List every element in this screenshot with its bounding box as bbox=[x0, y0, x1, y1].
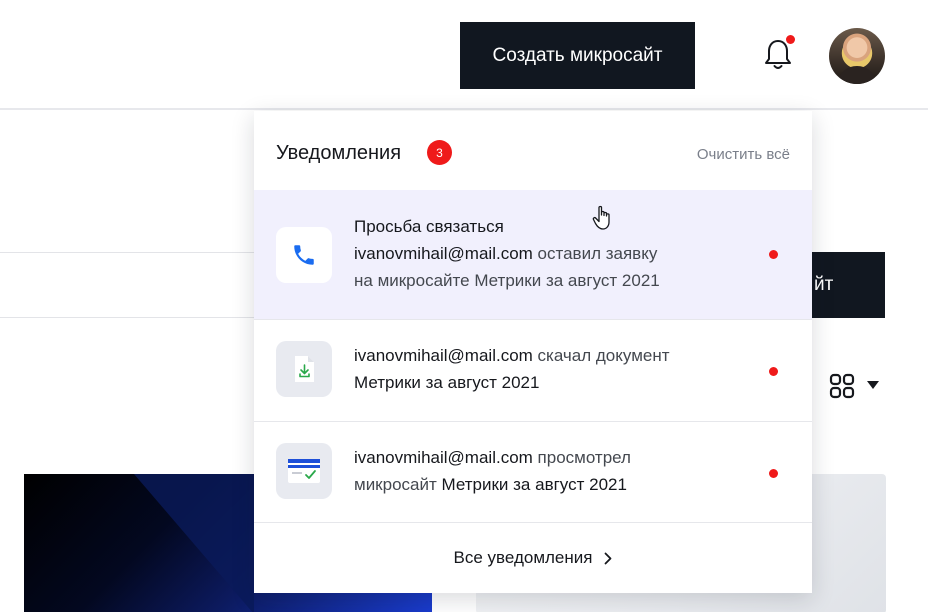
notification-icon-wrap bbox=[276, 227, 332, 283]
background-button-label: йт bbox=[814, 274, 834, 295]
notification-object: Метрики за август 2021 bbox=[354, 373, 540, 392]
unread-dot bbox=[769, 250, 778, 259]
bell-unread-dot bbox=[786, 35, 795, 44]
notifications-footer: Все уведомления bbox=[254, 523, 812, 593]
avatar-body-shape bbox=[839, 66, 875, 84]
chevron-right-icon bbox=[605, 552, 612, 564]
notification-text: ivanovmihail@mail.com скачал документ Ме… bbox=[354, 342, 744, 396]
notification-email: ivanovmihail@mail.com bbox=[354, 244, 533, 263]
all-notifications-link[interactable]: Все уведомления bbox=[454, 548, 613, 568]
notifications-header: Уведомления 3 Очистить всё bbox=[254, 111, 812, 190]
caret-down-icon[interactable] bbox=[866, 380, 880, 390]
clear-all-button[interactable]: Очистить всё bbox=[697, 146, 790, 163]
notification-item[interactable]: ivanovmihail@mail.com скачал документ Ме… bbox=[254, 320, 812, 422]
notification-detail: на микросайте Метрики за август 2021 bbox=[354, 271, 660, 290]
grid-view-icon[interactable] bbox=[829, 373, 855, 399]
unread-dot bbox=[769, 469, 778, 478]
divider bbox=[0, 252, 254, 253]
top-bar: Создать микросайт bbox=[0, 0, 928, 110]
document-download-icon bbox=[295, 356, 314, 382]
notification-text: Просьба связаться ivanovmihail@mail.com … bbox=[354, 213, 744, 294]
notification-text: ivanovmihail@mail.com просмотрел микроса… bbox=[354, 444, 744, 498]
hand-cursor-icon bbox=[592, 205, 610, 230]
notification-object: Метрики за август 2021 bbox=[441, 475, 627, 494]
notification-title: Просьба связаться bbox=[354, 217, 504, 236]
unread-count-badge: 3 bbox=[427, 140, 452, 165]
notification-icon-wrap bbox=[276, 341, 332, 397]
notifications-title: Уведомления bbox=[276, 142, 402, 164]
notification-email: ivanovmihail@mail.com bbox=[354, 346, 533, 365]
unread-dot bbox=[769, 367, 778, 376]
card-decoration bbox=[134, 474, 254, 612]
notification-prefix: микросайт bbox=[354, 475, 442, 494]
background-dark-button[interactable]: йт bbox=[812, 252, 885, 318]
notification-action: оставил заявку bbox=[532, 244, 658, 263]
notification-action: скачал документ bbox=[532, 346, 670, 365]
notification-item[interactable]: Просьба связаться ivanovmihail@mail.com … bbox=[254, 190, 812, 320]
create-microsite-button[interactable]: Создать микросайт bbox=[460, 22, 695, 89]
notification-item[interactable]: ivanovmihail@mail.com просмотрел микроса… bbox=[254, 422, 812, 523]
card-check-icon bbox=[288, 459, 320, 483]
phone-icon bbox=[294, 245, 314, 265]
notification-action: просмотрел bbox=[532, 448, 631, 467]
all-notifications-label: Все уведомления bbox=[453, 548, 593, 567]
notifications-dropdown: Уведомления 3 Очистить всё Просьба связа… bbox=[254, 111, 812, 593]
divider bbox=[0, 317, 254, 318]
notification-email: ivanovmihail@mail.com bbox=[354, 448, 533, 467]
avatar[interactable] bbox=[829, 28, 885, 84]
page: Создать микросайт йт Уведомления 3 Очист… bbox=[0, 0, 928, 612]
notification-icon-wrap bbox=[276, 443, 332, 499]
